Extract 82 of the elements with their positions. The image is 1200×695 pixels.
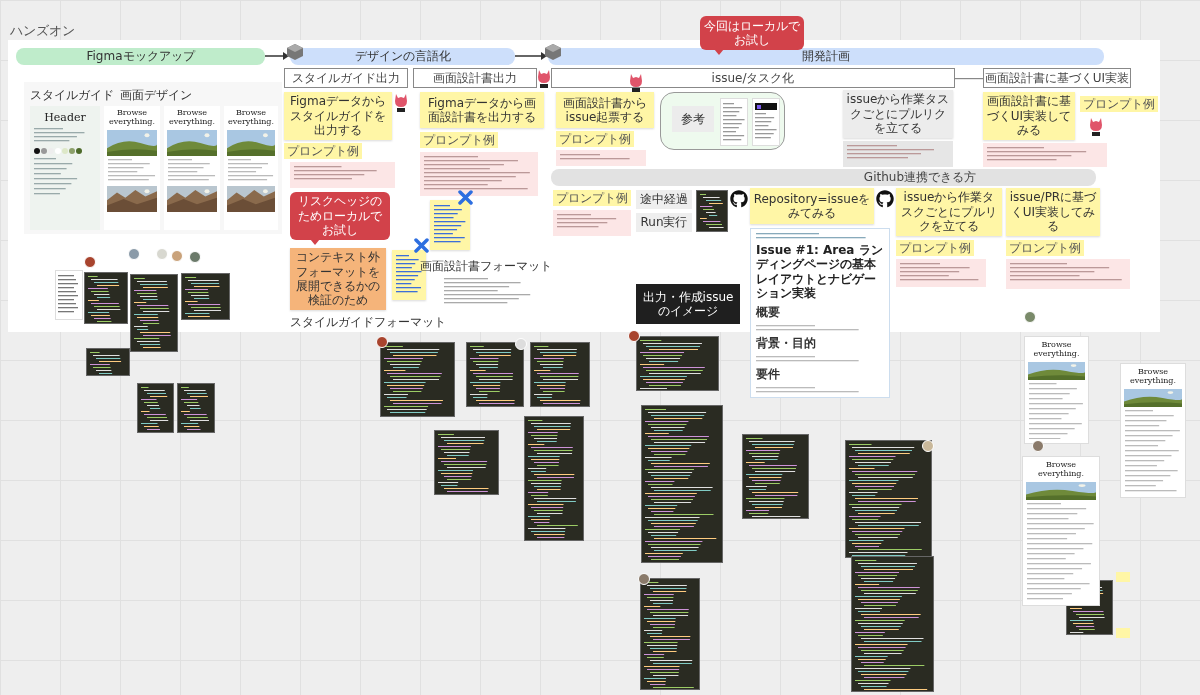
progress-label: 途中経過 [636,190,692,209]
text-lines-drawing [168,158,216,183]
code-screenshot-drawing [434,430,499,495]
cross-icon [414,238,429,253]
task-frame: 画面設計書出力 [413,68,537,88]
issue-title: Issue #1: Area ランディングページの基本レイアウトとナビゲーション実装 [756,242,884,301]
sticky-label: プロンプト例 [1080,96,1158,112]
robot-icon [538,70,550,88]
sticky-note: Figmaデータからスタイルガイドを出力する [284,92,392,140]
cube-icon [286,43,304,61]
bubble-tail [310,239,320,245]
hero-heading: Browse everything. [1128,368,1178,386]
sticky-note: issueから作業タスクごとにプルリクを立てる [896,188,1002,236]
code-screenshot-drawing [84,272,128,324]
issue-section-heading: 要件 [756,366,781,384]
connector-arrow [515,52,547,60]
phase-bar: 開発計画 [548,48,1104,65]
progress-label: Run実行 [636,213,692,232]
sticky-note: Repository=issueをみてみる [750,188,874,224]
task-frame: スタイルガイド出力 [284,68,408,88]
text-lines-drawing [228,158,274,183]
section-title: スタイルガイド [30,87,114,104]
issue-section-heading: 背景・目的 [756,335,817,353]
hero-heading: Browse everything. [167,109,217,127]
cat-silhouette-icon [876,190,894,208]
avatar [515,338,527,350]
sticky-note: issueから作業タスクごとにプルリクを立てる [843,90,953,138]
list-screenshot-drawing [55,270,83,320]
text-lines-drawing [1029,382,1084,439]
sticky-note: Figmaデータから画面設計書を出力する [420,92,544,128]
format-heading: スタイルガイドフォーマット [290,314,446,331]
cross-icon [458,190,473,205]
hero-heading: Browse everything. [226,109,276,127]
connector-arrow [265,52,289,60]
issue-section-heading: 概要 [756,304,781,322]
format-heading: 画面設計書フォーマット [420,258,552,275]
section-title: 画面デザイン [120,87,192,104]
cube-icon [544,43,562,61]
header-sample: Header [43,112,87,125]
speech-bubble: リスクヘッジのためローカルでお試し [290,192,390,240]
robot-icon [1090,118,1102,136]
code-screenshot-drawing [696,190,728,232]
text-lines-drawing [755,113,777,141]
sticky-label: プロンプト例 [896,240,974,256]
sticky-label: プロンプト例 [1006,240,1084,256]
sticky-label: プロンプト例 [420,132,498,148]
phase-bar: Figmaモックアップ [16,48,265,65]
sticky-label: プロンプト例 [284,143,362,159]
sticky-note: issue/PRに基づくUI実装してみる [1006,188,1100,236]
sticky-note: 画面設計書に基づくUI実装してみる [983,92,1075,140]
robot-icon [630,74,642,92]
avatar [638,573,650,585]
sticky-label: プロンプト例 [556,131,634,147]
reference-label: 参考 [672,106,714,132]
code-screenshot-drawing [466,342,524,407]
sticky-note: 画面設計書からissue起票する [556,92,654,128]
code-screenshot-drawing [530,342,590,407]
hero-heading: Browse everything. [1032,341,1081,359]
task-frame: 画面設計書に基づくUI実装 [983,68,1131,88]
sticky-note: コンテキスト外フォーマットを展開できるかの検証のため [290,248,386,310]
task-frame: issue/タスク化 [551,68,955,88]
board-title: ハンズオン [10,22,75,40]
robot-icon [395,94,407,112]
text-lines-drawing [723,103,745,141]
image-caption: 出力・作成issueのイメージ [636,284,740,324]
phase-bar: デザインの言語化 [290,48,515,65]
sticky-label: プロンプト例 [553,190,631,206]
avatar [376,336,388,348]
code-screenshot-drawing [137,383,174,433]
connector-line [955,78,983,80]
sticky-note [1116,572,1130,582]
bubble-tail [714,49,724,55]
hero-heading: Browse everything. [1036,461,1086,479]
text-lines-drawing [108,158,156,183]
speech-bubble: 今回はローカルでお試し [700,16,804,50]
code-screenshot-drawing [181,273,230,320]
code-screenshot-drawing [177,383,215,433]
logo-icon [755,103,777,110]
hero-heading: Browse everything. [107,109,157,127]
cat-silhouette-icon [730,190,748,208]
sticky-note [1116,628,1130,638]
section-bar: Github連携できる方 [551,169,1096,186]
